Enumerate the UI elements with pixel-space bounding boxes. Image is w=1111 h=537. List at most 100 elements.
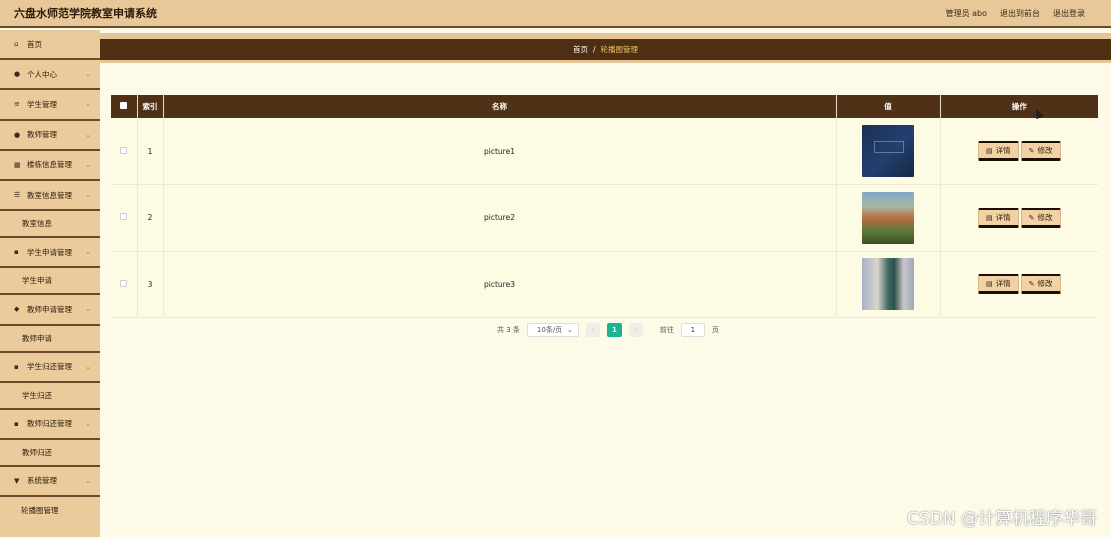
page-number-current[interactable]: 1 [606, 323, 622, 337]
breadcrumb-bar: 首页 / 轮播图管理 [100, 33, 1111, 63]
building-icon: ▦ [14, 160, 21, 169]
chevron-down-icon: ⌄ [85, 248, 91, 257]
sidebar-item-3[interactable]: ● 教师管理 ⌄ [0, 121, 100, 151]
document-icon: ▤ [986, 147, 993, 155]
edit-button[interactable]: ✎ 修改 [1020, 274, 1061, 295]
row-name: picture3 [163, 251, 837, 318]
sidebar-item-label: 教师归还管理 [27, 419, 72, 429]
row-name: picture2 [163, 184, 837, 252]
pencil-icon: ✎ [1028, 280, 1035, 289]
breadcrumb-home[interactable]: 首页 [573, 44, 588, 55]
sidebar-item-5[interactable]: ☰ 教室信息管理 ⌄ [0, 181, 100, 212]
data-table-container: 索引 名称 值 操作 1 picture1 ▤ 详情 ✎ 修改 2 picture2 ▤ 详情 ✎ 修… [111, 95, 1098, 318]
sidebar-item-13[interactable]: ▪ 教师归还管理 ⌄ [0, 410, 100, 440]
sidebar-item-7[interactable]: ▪ 学生申请管理 ⌄ [0, 238, 100, 269]
edit-button[interactable]: ✎ 修改 [1020, 141, 1061, 161]
sidebar-item-label: 学生归还管理 [27, 362, 72, 372]
carousel-image-thumbnail[interactable] [862, 258, 914, 311]
top-bar: 六盘水师范学院教室申请系统 管理员 abo 退出到前台 退出登录 [0, 0, 1111, 28]
watermark: CSDN @计算机程序华哥 [907, 509, 1097, 529]
chevron-down-icon: ⌄ [85, 70, 91, 79]
table-row: 3 picture3 ▤ 详情 ✎ 修改 [111, 251, 1098, 318]
row-actions: ▤ 详情 ✎ 修改 [940, 118, 1098, 185]
grid-icon: ▪ [14, 419, 19, 428]
row-checkbox[interactable] [120, 146, 128, 154]
detail-button-label: 详情 [995, 279, 1011, 289]
top-links: 管理员 abo 退出到前台 退出登录 [946, 8, 1085, 19]
row-select-cell [111, 118, 138, 185]
chevron-down-icon: ⌄ [85, 419, 91, 428]
row-index: 1 [137, 118, 164, 185]
sidebar-subitem-14[interactable]: 教师归还 [0, 440, 100, 467]
sidebar-subitem-8[interactable]: 学生申请 [0, 268, 100, 296]
chevron-down-icon: ⌄ [85, 130, 91, 139]
chevron-down-icon: ⌄ [85, 305, 91, 314]
sidebar-subitem-10[interactable]: 教师申请 [0, 326, 100, 353]
sidebar-item-4[interactable]: ▦ 楼栋信息管理 ⌄ [0, 151, 100, 181]
detail-button[interactable]: ▤ 详情 [978, 274, 1019, 295]
list-icon: ≡ [14, 100, 20, 109]
sidebar-item-2[interactable]: ≡ 学生管理 ⌄ [0, 90, 100, 121]
shield-icon: ▼ [14, 476, 20, 485]
sidebar: ⌂ 首页 ● 个人中心 ⌄ ≡ 学生管理 ⌄ ● 教师管理 ⌄ ▦ 楼栋信息管理 ⌄ ☰ 教室信息管理 ⌄ 教室信… [0, 30, 100, 537]
row-select-cell [111, 184, 138, 252]
chevron-down-icon: ⌄ [85, 100, 91, 109]
select-all-checkbox[interactable] [120, 102, 128, 109]
row-checkbox[interactable] [120, 213, 128, 221]
edit-button-label: 修改 [1037, 279, 1053, 289]
detail-button-label: 详情 [995, 212, 1011, 222]
chevron-down-icon: ⌄ [85, 476, 91, 485]
sidebar-item-label: 个人中心 [27, 69, 57, 79]
pagination: 共 3 条 10条/页 ⌄ ‹ 1 › 前往 页 [497, 323, 719, 337]
sidebar-subitem-12[interactable]: 学生归还 [0, 383, 100, 410]
page-suffix-label: 页 [711, 326, 719, 334]
app-title: 六盘水师范学院教室申请系统 [14, 7, 157, 20]
next-page-button[interactable]: › [628, 323, 643, 337]
sidebar-subitem-6[interactable]: 教室信息 [0, 211, 100, 239]
edit-button-label: 修改 [1037, 212, 1053, 222]
row-index: 2 [137, 184, 164, 252]
back-to-frontend-link[interactable]: 退出到前台 [1000, 8, 1040, 19]
sidebar-item-9[interactable]: ◆ 教师申请管理 ⌄ [0, 295, 100, 326]
goto-page-input[interactable] [680, 323, 705, 337]
document-icon: ▤ [986, 280, 993, 289]
goto-label: 前往 [659, 326, 674, 334]
edit-button[interactable]: ✎ 修改 [1020, 207, 1061, 228]
admin-user-label[interactable]: 管理员 abo [946, 8, 987, 19]
carousel-image-thumbnail[interactable] [862, 125, 914, 177]
sidebar-subitem-16[interactable]: 轮播图管理 [0, 497, 100, 524]
row-select-cell [111, 251, 138, 318]
chevron-down-icon: ⌄ [85, 191, 91, 200]
sidebar-item-15[interactable]: ▼ 系统管理 ⌄ [0, 467, 100, 498]
detail-button[interactable]: ▤ 详情 [978, 207, 1019, 228]
row-actions: ▤ 详情 ✎ 修改 [940, 251, 1098, 318]
sidebar-item-0[interactable]: ⌂ 首页 [0, 30, 100, 61]
sidebar-item-label: 教师申请管理 [27, 304, 72, 314]
pencil-icon: ✎ [1028, 213, 1035, 222]
row-checkbox[interactable] [120, 279, 128, 287]
page-size-select[interactable]: 10条/页 ⌄ [526, 323, 579, 337]
sidebar-item-11[interactable]: ▪ 学生归还管理 ⌄ [0, 353, 100, 383]
sidebar-item-1[interactable]: ● 个人中心 ⌄ [0, 60, 100, 91]
edit-button-label: 修改 [1037, 146, 1053, 155]
column-header-index: 索引 [137, 95, 164, 118]
sidebar-item-label: 系统管理 [27, 476, 57, 486]
detail-button-label: 详情 [995, 146, 1011, 155]
table-header-row: 索引 名称 值 操作 [111, 95, 1098, 118]
detail-button[interactable]: ▤ 详情 [978, 141, 1019, 161]
logout-link[interactable]: 退出登录 [1053, 8, 1085, 19]
carousel-table: 索引 名称 值 操作 1 picture1 ▤ 详情 ✎ 修改 2 picture2 ▤ 详情 ✎ 修… [111, 95, 1098, 318]
table-row: 1 picture1 ▤ 详情 ✎ 修改 [111, 118, 1098, 185]
select-all-header [111, 95, 138, 118]
sidebar-item-label: 教师管理 [27, 130, 57, 140]
pencil-icon: ✎ [1028, 147, 1035, 155]
carousel-image-thumbnail[interactable] [862, 191, 914, 244]
breadcrumb: 首页 / 轮播图管理 [100, 39, 1111, 60]
grid-icon: ▪ [14, 362, 19, 371]
row-actions: ▤ 详情 ✎ 修改 [940, 184, 1098, 252]
sidebar-item-label: 教室信息管理 [27, 190, 72, 200]
page-size-value: 10条/页 [536, 326, 563, 334]
prev-page-button[interactable]: ‹ [585, 323, 600, 337]
chevron-down-icon: ⌄ [85, 362, 91, 371]
row-index: 3 [137, 251, 164, 318]
